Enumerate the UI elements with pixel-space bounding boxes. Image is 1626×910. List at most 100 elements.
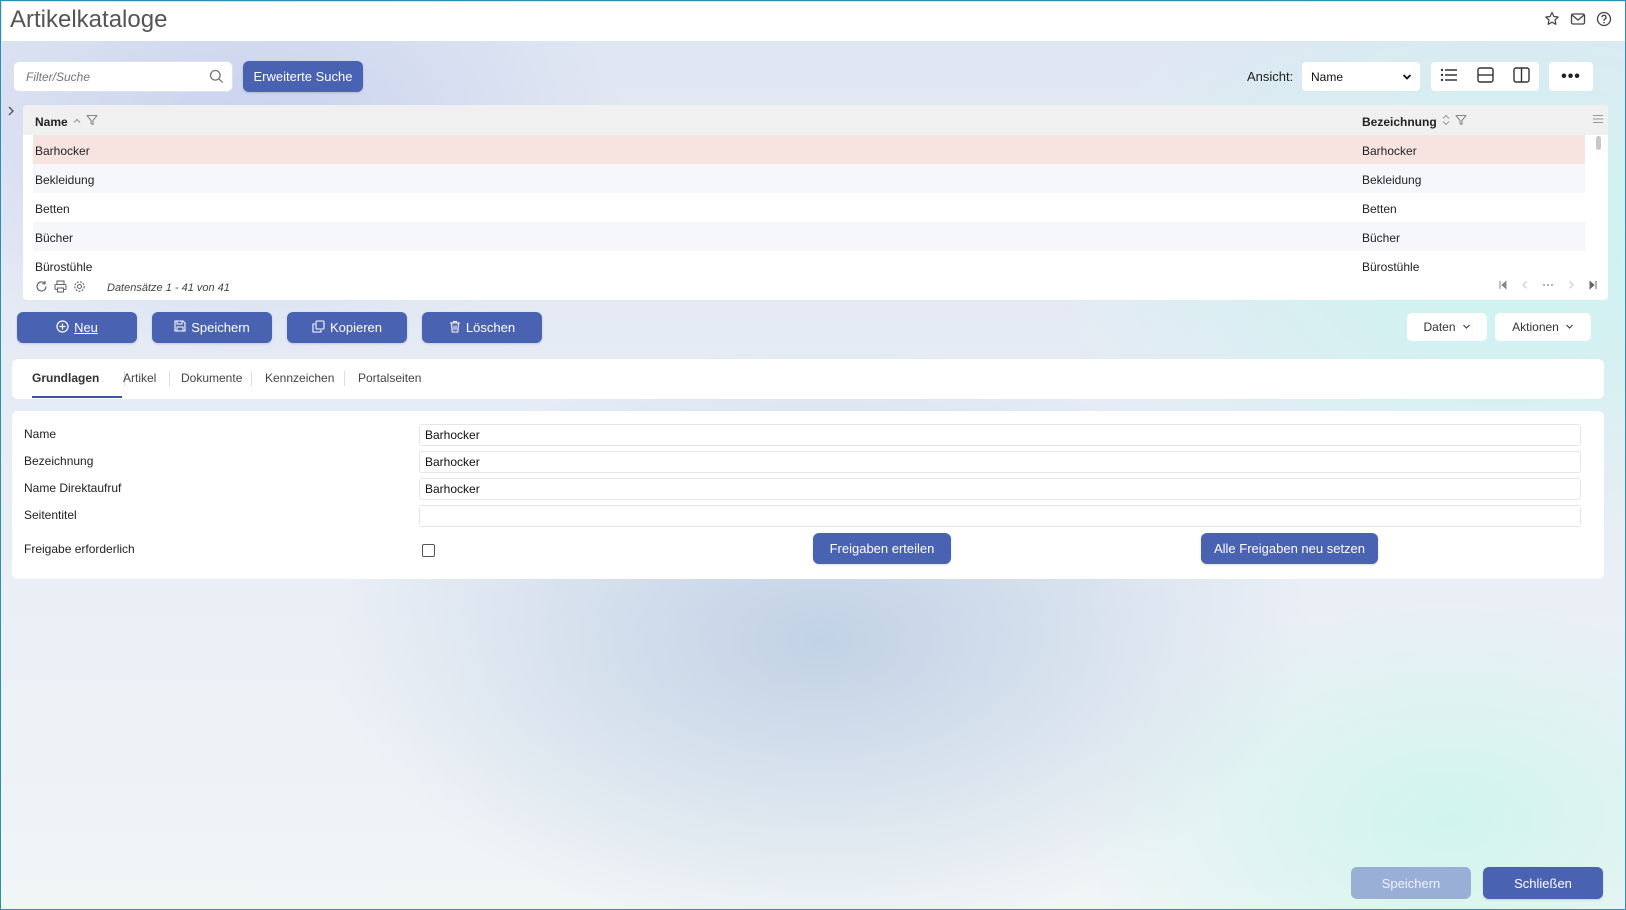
cell-name: Betten <box>35 202 70 216</box>
copy-button-label: Kopieren <box>329 320 383 335</box>
direktaufruf-field[interactable] <box>419 478 1581 500</box>
list-view-icon[interactable] <box>1440 67 1458 86</box>
tab-artikel[interactable]: Artikel <box>123 371 156 385</box>
table-row[interactable]: Bekleidung Bekleidung <box>33 164 1585 193</box>
previous-page-icon[interactable] <box>1520 280 1530 293</box>
chevron-down-icon <box>1565 320 1574 334</box>
cell-name: Barhocker <box>35 144 90 158</box>
cell-name: Bücher <box>35 231 74 245</box>
tab-bar: Grundlagen Artikel Dokumente Kennzeichen… <box>12 359 1604 399</box>
data-dropdown-button[interactable]: Daten <box>1407 313 1487 341</box>
tab-dokumente[interactable]: Dokumente <box>181 371 242 385</box>
refresh-icon[interactable] <box>35 280 48 296</box>
chevron-down-icon <box>1462 320 1471 334</box>
tab-portalseiten[interactable]: Portalseiten <box>358 371 421 385</box>
view-select[interactable]: Name <box>1302 62 1420 91</box>
actions-dropdown-label: Aktionen <box>1512 320 1559 334</box>
tab-grundlagen[interactable]: Grundlagen <box>32 371 99 385</box>
sort-asc-icon[interactable] <box>72 115 82 129</box>
delete-button[interactable]: Löschen <box>422 312 542 343</box>
column-header-name-label: Name <box>35 114 68 129</box>
details-form: Name Bezeichnung Name Direktaufruf Seite… <box>12 411 1604 579</box>
cell-bezeichnung: Bürostühle <box>1362 260 1420 274</box>
search-field[interactable] <box>13 61 233 92</box>
advanced-search-button[interactable]: Erweiterte Suche <box>243 61 363 92</box>
cell-bezeichnung: Bekleidung <box>1362 173 1422 187</box>
cell-bezeichnung: Betten <box>1362 202 1397 216</box>
scrollbar[interactable] <box>1596 136 1601 150</box>
table-row[interactable]: Bücher Bücher <box>33 222 1585 251</box>
new-button[interactable]: Neu <box>17 312 137 343</box>
close-button[interactable]: Schließen <box>1483 867 1603 899</box>
pager <box>1498 280 1598 293</box>
page-ellipsis-icon[interactable] <box>1542 280 1554 293</box>
copy-button[interactable]: Kopieren <box>287 312 407 343</box>
record-count: Datensätze 1 - 41 von 41 <box>107 282 230 294</box>
search-input[interactable] <box>14 62 194 91</box>
bezeichnung-label: Bezeichnung <box>24 454 94 468</box>
view-label: Ansicht: <box>1247 69 1294 84</box>
cell-bezeichnung: Barhocker <box>1362 144 1417 158</box>
table-row[interactable]: Barhocker Barhocker <box>33 135 1585 164</box>
app-window: Artikelkataloge Erweiterte Suche Ansicht… <box>0 0 1626 910</box>
filter-icon[interactable] <box>86 114 98 129</box>
help-icon[interactable] <box>1596 11 1612 27</box>
footer-save-button[interactable]: Speichern <box>1351 867 1471 899</box>
save-button-label: Speichern <box>191 320 250 335</box>
floppy-disk-icon <box>174 320 186 335</box>
view-select-value: Name <box>1311 69 1344 84</box>
direktaufruf-label: Name Direktaufruf <box>24 481 122 495</box>
new-button-label: Neu <box>74 320 98 335</box>
seitentitel-label: Seitentitel <box>24 508 77 522</box>
next-page-icon[interactable] <box>1566 280 1576 293</box>
star-icon[interactable] <box>1544 11 1560 27</box>
view-mode-buttons <box>1431 62 1539 91</box>
alle-freigaben-button[interactable]: Alle Freigaben neu setzen <box>1201 533 1378 564</box>
delete-button-label: Löschen <box>465 320 516 335</box>
name-field[interactable] <box>419 424 1581 446</box>
sort-icon[interactable] <box>1441 114 1451 129</box>
save-button[interactable]: Speichern <box>152 312 272 343</box>
last-page-icon[interactable] <box>1588 280 1598 293</box>
active-tab-indicator <box>32 396 122 398</box>
mail-icon[interactable] <box>1570 11 1586 27</box>
title-icons <box>1544 11 1612 27</box>
grid-footer: Datensätze 1 - 41 von 41 <box>33 277 1598 297</box>
cell-name: Bekleidung <box>35 173 95 187</box>
actions-dropdown-button[interactable]: Aktionen <box>1495 313 1591 341</box>
tab-divider <box>251 371 252 386</box>
trash-icon <box>449 320 461 336</box>
horizontal-split-icon[interactable] <box>1477 67 1494 86</box>
freigaben-erteilen-button[interactable]: Freigaben erteilen <box>813 533 951 564</box>
title-bar: Artikelkataloge <box>2 2 1625 41</box>
column-header-name[interactable]: Name <box>35 114 98 129</box>
table-row[interactable]: Betten Betten <box>33 193 1585 222</box>
tab-kennzeichen[interactable]: Kennzeichen <box>265 371 334 385</box>
data-dropdown-label: Daten <box>1423 320 1456 334</box>
table-row[interactable]: Bürostühle Bürostühle <box>33 251 1585 280</box>
copy-icon <box>312 319 325 336</box>
filter-icon[interactable] <box>1455 114 1467 129</box>
seitentitel-field[interactable] <box>419 505 1581 527</box>
cell-name: Bürostühle <box>35 260 93 274</box>
chevron-down-icon <box>1402 71 1412 85</box>
page-title: Artikelkataloge <box>10 6 168 33</box>
grid-footer-icons <box>35 280 86 296</box>
column-menu-icon[interactable] <box>1592 113 1604 128</box>
first-page-icon[interactable] <box>1498 280 1508 293</box>
search-icon[interactable] <box>209 69 224 87</box>
vertical-split-icon[interactable] <box>1512 67 1530 86</box>
freigabe-checkbox[interactable] <box>422 544 435 557</box>
settings-icon[interactable] <box>73 280 86 296</box>
chevron-right-icon[interactable] <box>6 105 16 120</box>
catalog-grid: Name Bezeichnung Barhocker Barhocker Bek… <box>23 105 1608 300</box>
tab-divider <box>169 371 170 386</box>
column-header-bezeichnung[interactable]: Bezeichnung <box>1362 114 1467 129</box>
bezeichnung-field[interactable] <box>419 451 1581 473</box>
column-header-bezeichnung-label: Bezeichnung <box>1362 114 1437 129</box>
grid-header: Name Bezeichnung <box>23 105 1608 135</box>
name-label: Name <box>24 427 57 441</box>
print-icon[interactable] <box>54 280 67 296</box>
freigabe-label: Freigabe erforderlich <box>24 542 135 556</box>
more-options-button[interactable]: ••• <box>1549 62 1593 91</box>
